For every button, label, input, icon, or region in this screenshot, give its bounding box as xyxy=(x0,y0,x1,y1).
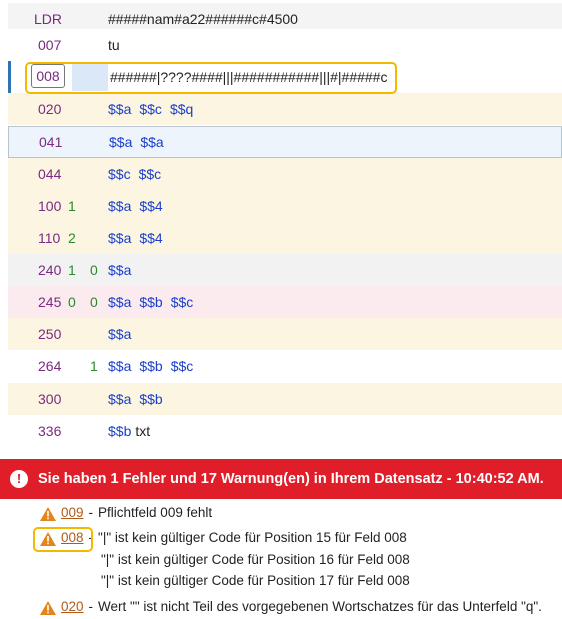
message-text: Pflichtfeld 009 fehlt xyxy=(98,505,213,520)
message-item: 009- Pflichtfeld 009 fehlt xyxy=(61,505,213,520)
subfield-code: $$b xyxy=(139,358,163,374)
subfield-code: $$a xyxy=(140,134,164,150)
field-row-100[interactable]: 100 1 $$a $$4 xyxy=(8,190,562,222)
field-tag: 245 xyxy=(38,294,62,310)
field-row-008[interactable]: 008 ######|????####|||###########|||#|##… xyxy=(8,61,562,93)
subfield-code: $$a xyxy=(108,101,132,117)
subfield-code: $$b xyxy=(139,391,163,407)
field-tag: 250 xyxy=(38,326,62,342)
field-tag: 020 xyxy=(38,101,62,117)
indicator-2[interactable]: 0 xyxy=(90,286,98,318)
subfield-code: $$a xyxy=(108,262,132,278)
indicator-1[interactable]: 1 xyxy=(68,254,76,286)
field-row-020[interactable]: 020 $$a $$c $$q xyxy=(8,93,562,125)
field-content[interactable]: $$a $$c $$q xyxy=(108,93,201,125)
field-content[interactable]: $$a xyxy=(108,254,139,286)
field-content[interactable]: $$a $$b xyxy=(108,383,171,415)
field-content[interactable]: $$a $$b $$c xyxy=(108,350,201,382)
subfield-value: txt xyxy=(135,423,151,439)
field-row-007[interactable]: 007 tu xyxy=(8,29,562,61)
field-tag: 300 xyxy=(38,391,62,407)
subfield-code: $$a xyxy=(108,230,132,246)
field-row-264[interactable]: 264 1 $$a $$b $$c xyxy=(8,350,562,382)
subfield-code: $$c xyxy=(170,358,194,374)
message-text: "|" ist kein gültiger Code für Position … xyxy=(98,530,407,545)
field-content[interactable]: $$c $$c xyxy=(108,158,169,190)
field-link-009[interactable]: 009 xyxy=(61,505,84,520)
field-row-245[interactable]: 245 0 0 $$a $$b $$c xyxy=(8,286,562,318)
field-row-300[interactable]: 300 $$a $$b xyxy=(8,383,562,415)
warning-icon xyxy=(40,532,56,546)
subfield-code: $$b xyxy=(139,294,163,310)
subfield-code: $$a xyxy=(108,198,132,214)
warning-icon xyxy=(40,507,56,521)
field-tag: 044 xyxy=(38,166,62,182)
indicator-1[interactable]: 0 xyxy=(68,286,76,318)
field-tag: 240 xyxy=(38,262,62,278)
message-text: "|" ist kein gültiger Code für Position … xyxy=(101,552,410,567)
subfield-code: $$c xyxy=(170,294,194,310)
field-row-240[interactable]: 240 1 0 $$a xyxy=(8,254,562,286)
field-content[interactable]: $$a $$4 xyxy=(108,190,171,222)
banner-text: Sie haben 1 Fehler und 17 Warnung(en) in… xyxy=(38,471,544,487)
field-link-020[interactable]: 020 xyxy=(61,599,84,614)
field-tag: 264 xyxy=(38,358,62,374)
subfield-code: $$c xyxy=(139,101,162,117)
subfield-code: $$a xyxy=(109,134,133,150)
field-tag: 041 xyxy=(39,134,63,150)
message-text: Wert "" ist nicht Teil des vorgegebenen … xyxy=(98,599,542,614)
message-item: 020- Wert "" ist nicht Teil des vorgegebe… xyxy=(61,599,542,614)
indicator-2[interactable]: 1 xyxy=(90,350,98,382)
message-text: "|" ist kein gültiger Code für Position … xyxy=(101,573,410,588)
focus-indicator xyxy=(8,61,11,93)
field-link-008[interactable]: 008 xyxy=(61,530,84,545)
subfield-code: $$4 xyxy=(139,198,163,214)
subfield-code: $$c xyxy=(108,166,131,182)
indicator-1[interactable]: 2 xyxy=(68,222,76,254)
error-banner: ! Sie haben 1 Fehler und 17 Warnung(en) … xyxy=(0,459,562,499)
field-content[interactable]: ######|????####|||###########|||#|#####c xyxy=(110,61,387,93)
subfield-code: $$b xyxy=(108,423,132,439)
field-content[interactable]: $$a $$a xyxy=(109,126,172,158)
field-row-110[interactable]: 110 2 $$a $$4 xyxy=(8,222,562,254)
field-row-041[interactable]: 041 $$a $$a xyxy=(8,126,562,158)
warning-icon xyxy=(40,601,56,615)
subfield-code: $$a xyxy=(108,358,132,374)
subfield-code: $$a xyxy=(108,391,132,407)
field-tag: 007 xyxy=(38,37,62,53)
field-row-044[interactable]: 044 $$c $$c xyxy=(8,158,562,190)
field-row-336[interactable]: 336 $$b txt xyxy=(8,415,562,447)
field-tag: 100 xyxy=(38,198,62,214)
indicator-1[interactable]: 1 xyxy=(68,190,76,222)
field-row-250[interactable]: 250 $$a xyxy=(8,318,562,350)
field-content[interactable]: $$a $$4 xyxy=(108,222,171,254)
subfield-code: $$a xyxy=(108,294,132,310)
indicator-input[interactable] xyxy=(72,63,108,91)
field-content[interactable]: tu xyxy=(108,29,120,61)
tag-input[interactable]: 008 xyxy=(31,64,65,88)
subfield-code: $$q xyxy=(169,101,194,117)
field-content[interactable]: $$b txt xyxy=(108,415,150,447)
field-tag: 110 xyxy=(38,230,61,246)
subfield-code: $$a xyxy=(108,326,132,342)
field-content[interactable]: $$a $$b $$c xyxy=(108,286,201,318)
indicator-2[interactable]: 0 xyxy=(90,254,98,286)
exclamation-circle-icon: ! xyxy=(10,470,28,488)
field-content[interactable]: $$a xyxy=(108,318,139,350)
subfield-code: $$c xyxy=(138,166,162,182)
message-item: 008- "|" ist kein gültiger Code für Posit… xyxy=(61,530,407,545)
field-tag: 336 xyxy=(38,423,62,439)
subfield-code: $$4 xyxy=(139,230,163,246)
